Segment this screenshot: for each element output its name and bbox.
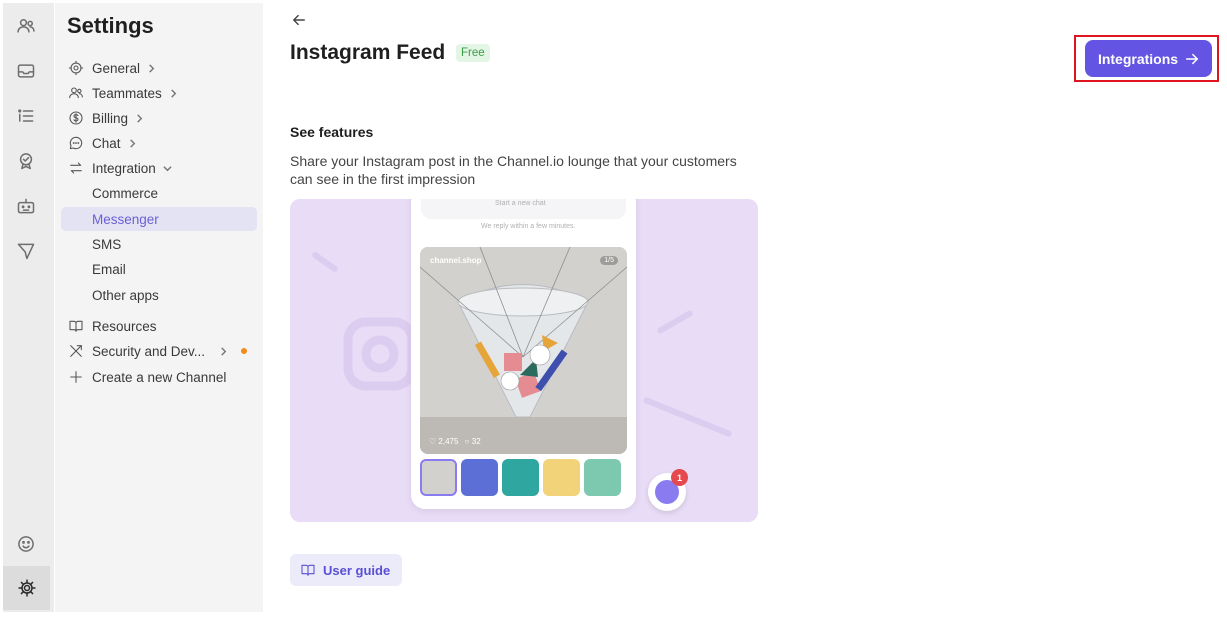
sidebar-item-chat[interactable]: Chat: [61, 131, 257, 155]
sidebar-item-label: Billing: [92, 110, 129, 126]
chevron-right-icon: [219, 346, 229, 356]
funnel-illustration: [420, 247, 627, 454]
sidebar-item-integration[interactable]: Integration: [61, 156, 257, 180]
sidebar-item-label: Commerce: [92, 185, 159, 201]
user-guide-button[interactable]: User guide: [290, 554, 403, 586]
send-icon[interactable]: [11, 236, 41, 266]
sidebar-item-label: Integration: [92, 160, 156, 176]
back-arrow-icon[interactable]: [292, 13, 310, 31]
post-stats: ♡ 2,475 ○ 32: [429, 437, 481, 446]
sidebar-subitem-email[interactable]: Email: [61, 257, 257, 281]
decorative-line: [656, 309, 694, 335]
page-title: Instagram Feed: [290, 41, 446, 64]
sidebar-item-resources[interactable]: Resources: [61, 314, 257, 338]
sidebar-subitem-other-apps[interactable]: Other apps: [61, 283, 257, 307]
sidebar-item-label: Resources: [92, 318, 157, 334]
notification-badge: 1: [671, 469, 688, 486]
settings-sidebar: Settings General Teammates Billing Chat …: [55, 3, 263, 612]
user-guide-label: User guide: [323, 562, 391, 578]
book-icon: [67, 317, 85, 335]
feature-preview-image: Start a new chat We reply within a few m…: [290, 199, 758, 522]
start-chat-text: Start a new chat: [495, 200, 546, 207]
tools-icon: [67, 342, 85, 360]
sidebar-item-label: Chat: [92, 135, 121, 151]
sidebar-subitem-commerce[interactable]: Commerce: [61, 181, 257, 205]
heart-icon: ♡: [429, 437, 437, 446]
people-icon[interactable]: [11, 11, 41, 41]
sidebar-item-label: General: [92, 60, 141, 76]
sidebar-item-teammates[interactable]: Teammates: [61, 81, 257, 105]
thumbnail: [543, 459, 580, 496]
thumbnail: [584, 459, 621, 496]
chevron-right-icon: [169, 88, 179, 98]
gear-icon: [67, 59, 85, 77]
sidebar-item-label: Other apps: [92, 287, 159, 303]
integrations-button-label: Integrations: [1097, 50, 1179, 67]
phone-mockup: Start a new chat We reply within a few m…: [411, 199, 636, 509]
sidebar-subitem-sms[interactable]: SMS: [61, 232, 257, 256]
sidebar-subitem-messenger[interactable]: Messenger: [61, 207, 257, 231]
smiley-icon[interactable]: [11, 529, 41, 559]
sidebar-item-label: Messenger: [92, 211, 159, 227]
likes-count: 2,475: [438, 437, 459, 446]
chevron-right-icon: [135, 113, 145, 123]
sidebar-item-billing[interactable]: Billing: [61, 106, 257, 130]
sidebar-item-security[interactable]: Security and Dev...: [61, 339, 257, 363]
sidebar-item-label: Email: [92, 261, 126, 277]
sidebar-title: Settings: [67, 13, 154, 38]
instagram-watermark-icon: [343, 317, 417, 391]
settings-icon[interactable]: [3, 566, 50, 610]
integrations-button[interactable]: Integrations: [1085, 40, 1212, 77]
comment-icon: ○: [464, 437, 470, 446]
feature-description: Share your Instagram post in the Channel…: [290, 153, 737, 187]
comments-count: 32: [471, 437, 481, 446]
sidebar-item-create-channel[interactable]: Create a new Channel: [61, 365, 257, 389]
post-thumbnails: [420, 459, 621, 496]
notification-dot: [241, 348, 247, 354]
inbox-icon[interactable]: [11, 56, 41, 86]
chevron-right-icon: [147, 63, 157, 73]
decorative-line: [642, 396, 733, 438]
chevron-down-icon: [163, 163, 173, 173]
list-icon[interactable]: [11, 101, 41, 131]
instagram-post: channel.shop 1/5 ♡ 2,475 ○ 32: [420, 247, 627, 454]
sidebar-item-label: Security and Dev...: [92, 343, 206, 359]
decorative-line: [310, 250, 340, 274]
thumbnail: [420, 459, 457, 496]
icon-rail: [3, 3, 54, 612]
badge-icon[interactable]: [11, 146, 41, 176]
chevron-right-icon: [128, 138, 138, 148]
plus-icon: [67, 368, 85, 386]
section-title: See features: [290, 124, 374, 140]
sidebar-item-label: Create a new Channel: [92, 369, 227, 385]
reply-note-text: We reply within a few minutes.: [481, 223, 576, 230]
sidebar-item-general[interactable]: General: [61, 56, 257, 80]
people-icon: [67, 84, 85, 102]
dollar-icon: [67, 109, 85, 127]
swap-arrows-icon: [67, 159, 85, 177]
thumbnail: [461, 459, 498, 496]
thumbnail: [502, 459, 539, 496]
post-counter: 1/5: [600, 256, 618, 265]
book-icon: [301, 564, 315, 576]
sidebar-item-label: SMS: [92, 236, 122, 252]
free-badge: Free: [456, 44, 490, 62]
chat-bubble-icon: [67, 134, 85, 152]
post-handle: channel.shop: [430, 256, 482, 265]
sidebar-item-label: Teammates: [92, 85, 162, 101]
bot-icon[interactable]: [11, 191, 41, 221]
arrow-right-icon: [1186, 53, 1199, 64]
